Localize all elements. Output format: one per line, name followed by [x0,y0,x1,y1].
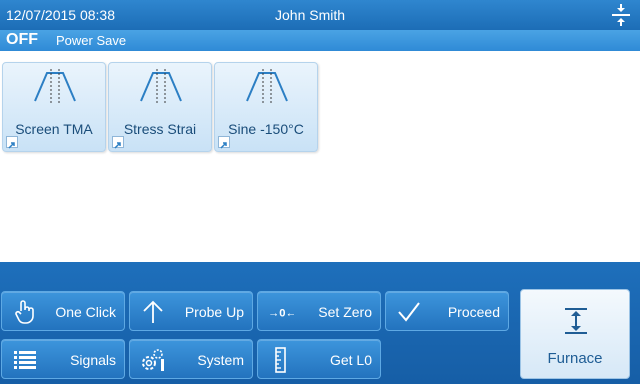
method-label: Sine -150°C [228,121,304,137]
signals-button[interactable]: Signals [1,339,125,379]
button-label: Furnace [547,350,603,367]
probe-up-button[interactable]: Probe Up [129,291,253,331]
user-name[interactable]: John Smith [275,7,345,23]
hand-pointer-icon [15,300,34,324]
gears-icon [142,349,164,371]
ruler-icon [275,347,286,373]
top-header-bar: 12/07/2015 08:38 John Smith [0,0,640,30]
button-label: Proceed [447,304,500,320]
temperature-program-icon [246,69,288,103]
button-label: Set Zero [318,304,372,320]
power-mode: Power Save [56,33,127,48]
date-time: 12/07/2015 08:38 [6,7,115,23]
get-l0-button[interactable]: Get L0 [257,339,381,379]
arrow-up-icon [143,300,163,323]
proceed-button[interactable]: Proceed [385,291,509,331]
system-button[interactable]: System [129,339,253,379]
shortcut-icon [112,136,124,149]
button-label: Signals [70,352,116,368]
set-zero-icon: →0← [268,307,294,319]
method-tile-sine[interactable]: Sine -150°C [214,62,318,152]
button-label: Probe Up [184,304,244,320]
list-icon [14,351,36,369]
shortcut-icon [6,136,18,149]
method-tile-stress-strain[interactable]: Stress Strai [108,62,212,152]
method-tile-screen-tma[interactable]: Screen TMA [2,62,106,152]
button-label: System [197,352,244,368]
furnace-button[interactable]: Furnace [520,289,630,379]
temperature-program-icon [140,69,182,103]
svg-text:→0←: →0← [268,307,294,319]
button-label: Get L0 [329,352,372,368]
button-label: One Click [55,304,116,320]
method-label: Screen TMA [15,121,93,137]
split-vertical-icon[interactable] [610,3,632,27]
set-zero-button[interactable]: →0← Set Zero [257,291,381,331]
temperature-program-icon [34,69,76,103]
one-click-button[interactable]: One Click [1,291,125,331]
status-bar: OFF Power Save [0,30,640,51]
furnace-state: OFF [6,31,38,48]
checkmark-icon [398,302,420,322]
furnace-open-close-icon [565,308,587,334]
shortcut-icon [218,136,230,149]
method-label: Stress Strai [123,121,197,137]
